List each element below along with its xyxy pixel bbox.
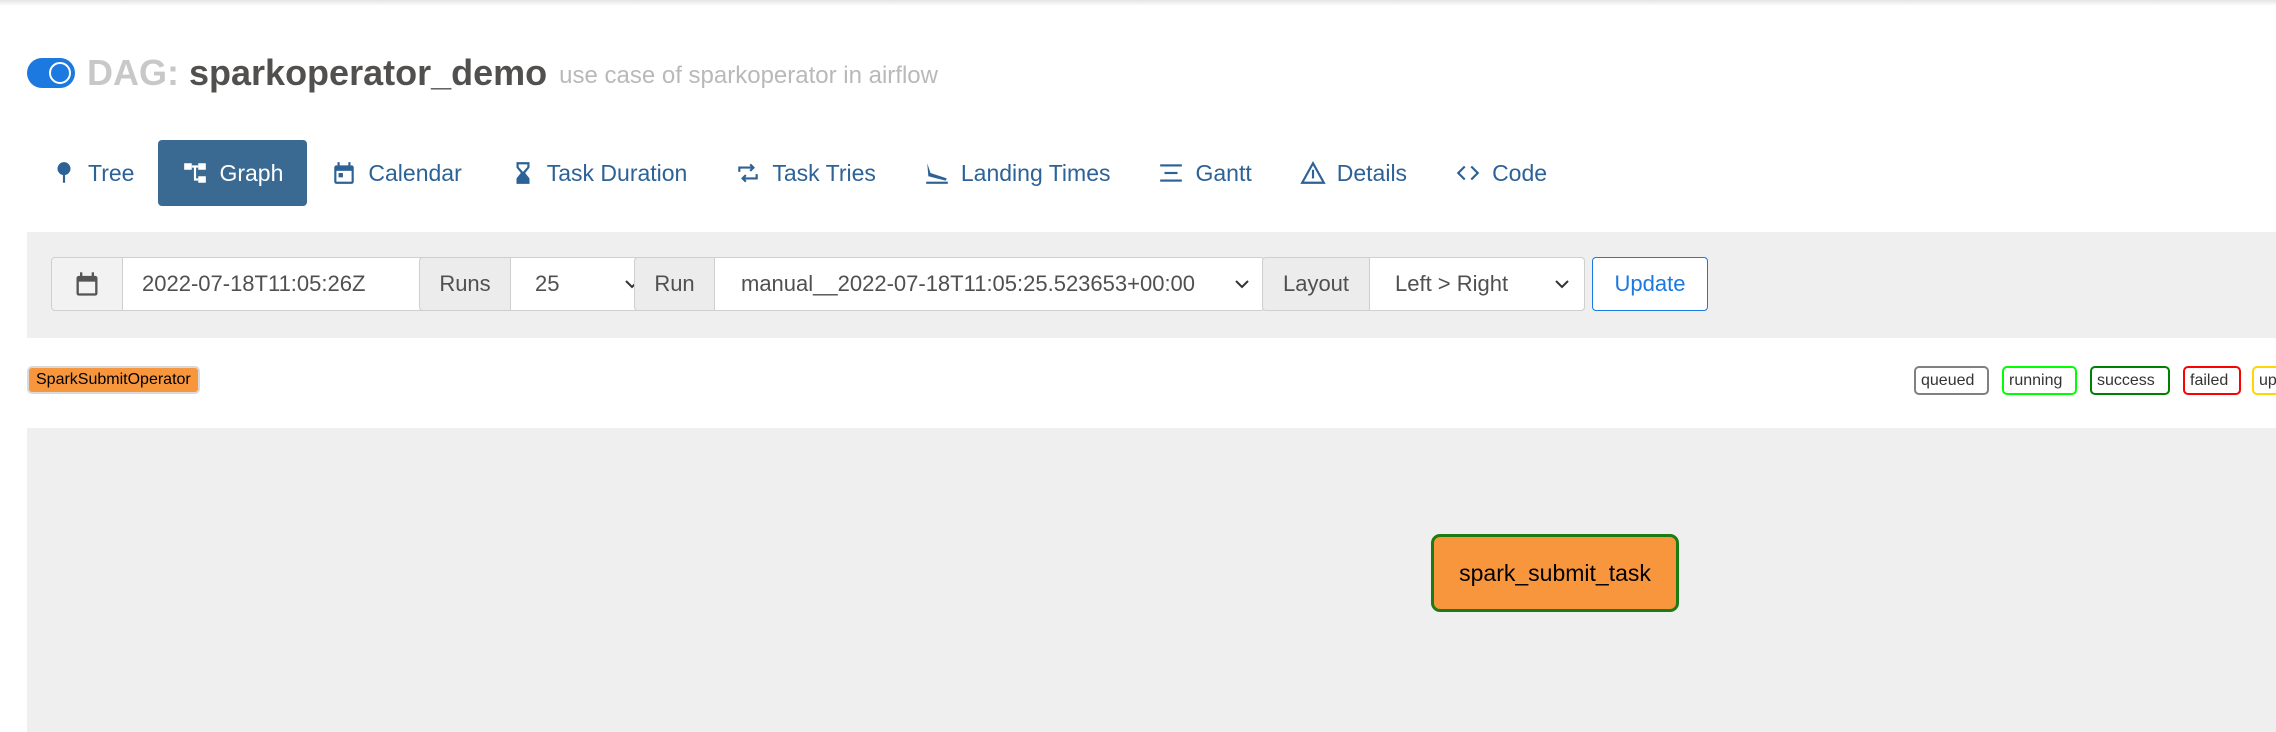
- run-select[interactable]: manual__2022-07-18T11:05:25.523653+00:00: [714, 257, 1265, 311]
- base-date-input[interactable]: 2022-07-18T11:05:26Z: [122, 257, 441, 311]
- tab-label: Details: [1336, 159, 1408, 186]
- state-legend-running[interactable]: running: [2002, 366, 2077, 395]
- layout-select-value: Left > Right: [1395, 271, 1509, 296]
- layout-select[interactable]: Left > Right: [1369, 257, 1585, 311]
- calendar-icon: [334, 162, 355, 184]
- calendar-icon: [76, 272, 98, 296]
- top-shadow: [0, 0, 2276, 6]
- state-legend-success[interactable]: success: [2090, 366, 2170, 395]
- task-node[interactable]: spark_submit_task: [1431, 534, 1679, 612]
- tab-details[interactable]: Details: [1276, 140, 1431, 206]
- tab-landing-times[interactable]: Landing Times: [900, 140, 1135, 206]
- repeat-icon: [738, 163, 759, 183]
- dag-pause-toggle[interactable]: [27, 58, 75, 88]
- tab-label: Code: [1492, 159, 1548, 186]
- graph-canvas[interactable]: spark_submit_task: [27, 428, 2276, 732]
- update-button[interactable]: Update: [1592, 257, 1708, 311]
- run-label: Run: [634, 257, 715, 311]
- tab-calendar[interactable]: Calendar: [307, 140, 485, 206]
- chevron-down-icon: [1555, 280, 1569, 289]
- dag-label-prefix: DAG:: [87, 52, 179, 93]
- run-select-value: manual__2022-07-18T11:05:25.523653+00:00: [741, 271, 1196, 296]
- tab-label: Graph: [219, 159, 284, 186]
- code-icon: [1456, 165, 1480, 181]
- tab-label: Task Duration: [546, 159, 688, 186]
- warning-triangle-icon: [1300, 161, 1326, 184]
- date-picker-button[interactable]: [51, 257, 123, 311]
- dag-title-row: DAG: sparkoperator_demo use case of spar…: [27, 48, 938, 98]
- chevron-down-icon: [1235, 280, 1249, 289]
- state-legend-failed[interactable]: failed: [2183, 366, 2241, 395]
- tab-label: Gantt: [1195, 159, 1252, 186]
- graph-icon: [184, 163, 207, 183]
- runs-label: Runs: [419, 257, 511, 311]
- dag-id: sparkoperator_demo: [189, 52, 548, 93]
- tab-tree[interactable]: Tree: [27, 140, 158, 206]
- tab-task-duration[interactable]: Task Duration: [486, 140, 712, 206]
- tree-pin-icon: [57, 162, 71, 183]
- view-tabs: Tree Graph Calendar Task Duration Task T…: [27, 140, 1571, 206]
- tab-label: Task Tries: [772, 159, 876, 186]
- state-legend-up[interactable]: up: [2252, 366, 2276, 395]
- gantt-icon: [1160, 164, 1183, 182]
- dag-description: use case of sparkoperator in airflow: [559, 62, 938, 89]
- graph-controls-bar: 2022-07-18T11:05:26Z Runs 25 Run manual_…: [27, 232, 2276, 338]
- tab-code[interactable]: Code: [1431, 140, 1571, 206]
- runs-select-value: 25: [535, 271, 560, 296]
- layout-label: Layout: [1262, 257, 1370, 311]
- tab-label: Calendar: [368, 159, 462, 186]
- plane-landing-icon: [926, 163, 948, 184]
- toggle-knob: [49, 62, 71, 84]
- hourglass-icon: [516, 162, 530, 184]
- tab-task-tries[interactable]: Task Tries: [711, 140, 900, 206]
- state-legend-queued[interactable]: queued: [1914, 366, 1989, 395]
- tab-label: Tree: [88, 159, 135, 186]
- tab-gantt[interactable]: Gantt: [1134, 140, 1275, 206]
- operator-legend-sparksubmitoperator: SparkSubmitOperator: [27, 366, 200, 394]
- tab-label: Landing Times: [960, 159, 1111, 186]
- tab-graph[interactable]: Graph: [158, 140, 308, 206]
